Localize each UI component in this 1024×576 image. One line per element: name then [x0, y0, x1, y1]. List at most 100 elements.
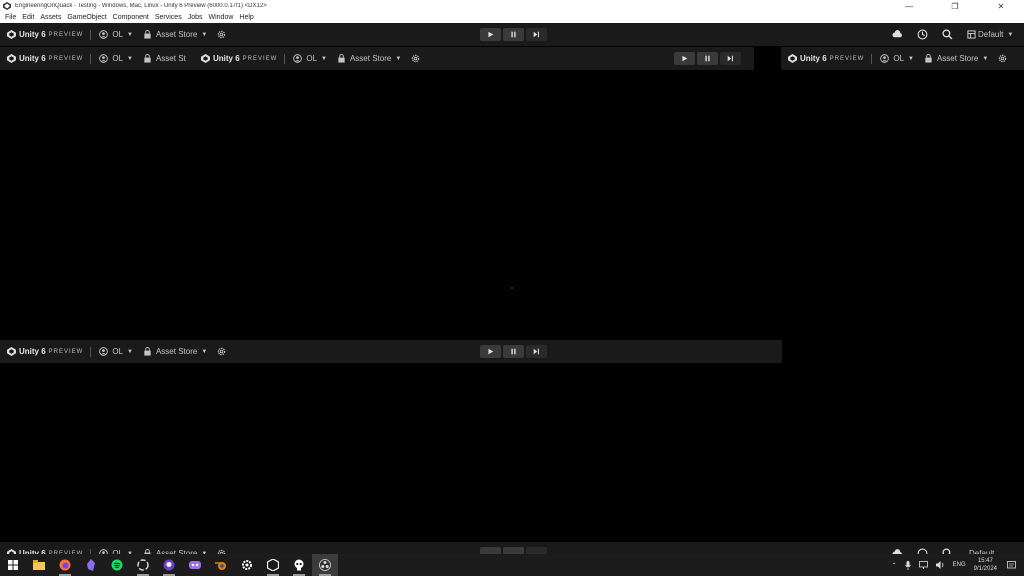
taskbar-obs[interactable] [312, 554, 338, 576]
unity-logo-icon [7, 30, 16, 39]
search-icon[interactable] [942, 29, 953, 40]
menu-edit[interactable]: Edit [21, 14, 35, 21]
settings-icon [242, 560, 252, 570]
taskbar-obsidian[interactable] [78, 554, 104, 576]
cloud-settings-icon[interactable] [411, 54, 420, 63]
menu-jobs[interactable]: Jobs [187, 14, 204, 21]
taskbar-firefox[interactable] [52, 554, 78, 576]
cloud-settings-icon[interactable] [217, 347, 226, 356]
taskbar-file-explorer[interactable] [26, 554, 52, 576]
account-dropdown[interactable]: OL ▼ [880, 47, 914, 70]
unity-app-icon [3, 2, 11, 10]
menu-window[interactable]: Window [208, 14, 235, 21]
menu-services[interactable]: Services [154, 14, 183, 21]
play-button[interactable] [480, 28, 501, 41]
store-bag-icon [144, 347, 151, 356]
pause-button[interactable] [503, 28, 524, 41]
unity-logo-icon [7, 54, 16, 63]
cloud-icon[interactable] [892, 29, 903, 40]
chevron-down-icon: ▼ [1007, 31, 1014, 38]
duplicated-toolbar-mid: Unity 6 PREVIEW OL ▼ Asset Store ▼ [0, 340, 782, 363]
windows-start-icon [8, 560, 18, 570]
firefox-icon [59, 559, 71, 571]
play-button[interactable] [674, 52, 695, 65]
system-tray: ⌃ ENG 15:47 9/1/2024 [892, 554, 1024, 576]
taskbar-clock[interactable]: 15:47 9/1/2024 [974, 557, 997, 573]
taskbar-spotify[interactable] [104, 554, 130, 576]
store-bag-icon [144, 54, 151, 63]
volume-icon[interactable] [935, 561, 945, 569]
taskbar-unity-hub[interactable] [130, 554, 156, 576]
layout-dropdown[interactable]: Default ▼ [967, 23, 1013, 46]
account-dropdown[interactable]: OL ▼ [99, 340, 133, 363]
asset-store-dropdown[interactable]: Asset St [143, 47, 186, 70]
step-button[interactable] [720, 52, 741, 65]
taskbar-blender[interactable] [208, 554, 234, 576]
taskbar-settings[interactable] [234, 554, 260, 576]
layout-icon [967, 30, 976, 39]
play-controls [480, 28, 549, 41]
chevron-down-icon: ▼ [127, 348, 133, 355]
unity-icon [267, 559, 279, 571]
history-icon[interactable] [917, 29, 928, 40]
obsidian-icon [87, 559, 95, 571]
account-dropdown[interactable]: OL ▼ [99, 47, 133, 70]
menu-gameobject[interactable]: GameObject [66, 14, 107, 21]
menu-file[interactable]: File [4, 14, 17, 21]
step-icon [727, 55, 733, 62]
pause-button[interactable] [697, 52, 718, 65]
tray-overflow-chevron-up-icon[interactable]: ⌃ [892, 562, 897, 569]
pause-button[interactable] [503, 345, 524, 358]
chevron-down-icon: ▼ [127, 31, 133, 38]
taskbar-unity[interactable] [260, 554, 286, 576]
account-label: OL [112, 347, 124, 356]
cloud-settings-icon[interactable] [217, 30, 226, 39]
maximize-button[interactable]: ❐ [932, 0, 978, 12]
account-dropdown[interactable]: OL ▼ [293, 47, 327, 70]
unity-logo-icon [7, 347, 16, 356]
step-button[interactable] [526, 345, 547, 358]
asset-store-label: Asset St [155, 54, 186, 63]
network-icon[interactable] [918, 561, 928, 569]
github-icon [163, 559, 175, 571]
unity-hub-icon [137, 559, 149, 571]
divider [90, 53, 92, 64]
chevron-down-icon: ▼ [982, 55, 989, 62]
taskbar-github[interactable] [156, 554, 182, 576]
taskbar-discord[interactable] [182, 554, 208, 576]
asset-store-dropdown[interactable]: Asset Store ▼ [143, 23, 207, 46]
cloud-settings-icon[interactable] [998, 54, 1007, 63]
language-indicator[interactable]: ENG [953, 562, 966, 568]
start-button[interactable] [0, 554, 26, 576]
account-dropdown[interactable]: OL ▼ [99, 23, 133, 46]
microphone-icon[interactable] [904, 560, 911, 570]
play-button[interactable] [480, 345, 501, 358]
discord-like-icon [189, 561, 201, 569]
account-icon [99, 54, 109, 63]
step-button[interactable] [526, 28, 547, 41]
unity-brand: Unity 6 [19, 30, 46, 39]
asset-store-dropdown[interactable]: Asset Store ▼ [337, 47, 401, 70]
account-icon [99, 30, 109, 39]
menu-assets[interactable]: Assets [39, 14, 62, 21]
taskbar-app-skull[interactable] [286, 554, 312, 576]
menu-component[interactable]: Component [112, 14, 150, 21]
account-icon [880, 54, 890, 63]
play-controls [480, 345, 549, 358]
close-button[interactable]: ✕ [978, 0, 1024, 12]
asset-store-dropdown[interactable]: Asset Store ▼ [924, 47, 988, 70]
scene-artifact [511, 287, 513, 289]
notifications-icon[interactable] [1007, 560, 1016, 570]
main-toolbar: Unity 6 PREVIEW OL ▼ Asset Store ▼ Defau… [0, 23, 1024, 46]
asset-store-label: Asset Store [349, 54, 392, 63]
minimize-button[interactable]: — [886, 0, 932, 12]
unity-brand: Unity 6 [19, 347, 46, 356]
menu-bar: File Edit Assets GameObject Component Se… [0, 12, 1024, 23]
asset-store-dropdown[interactable]: Asset Store ▼ [143, 340, 207, 363]
chevron-down-icon: ▼ [201, 348, 208, 355]
menu-help[interactable]: Help [238, 14, 254, 21]
duplicated-toolbar-middle: Unity 6 PREVIEW OL ▼ Asset Store ▼ [194, 47, 754, 70]
chevron-down-icon: ▼ [201, 31, 208, 38]
windows-taskbar: ⌃ ENG 15:47 9/1/2024 [0, 554, 1024, 576]
play-icon [488, 348, 494, 355]
